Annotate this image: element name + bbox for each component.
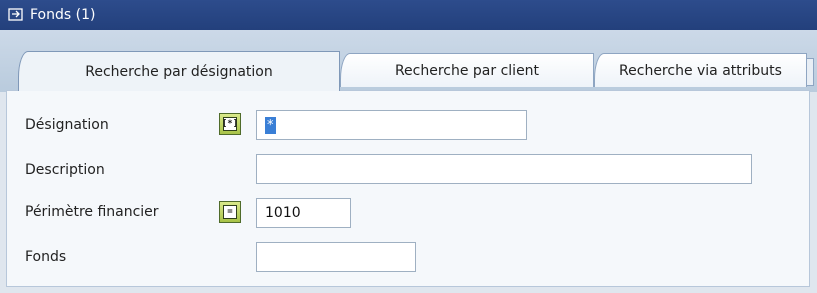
operator-symbol: = [227, 206, 233, 217]
tab-recherche-attributs[interactable]: Recherche via attributs [594, 53, 814, 87]
tab-recherche-designation[interactable]: Recherche par désignation [18, 51, 340, 91]
pattern-operator-icon[interactable]: [*] [219, 113, 241, 135]
perimetre-value: 1010 [265, 205, 301, 221]
designation-field[interactable]: * [256, 110, 527, 140]
designation-label: Désignation [25, 117, 109, 133]
title-bar: Fonds (1) [0, 0, 817, 30]
perimetre-label: Périmètre financier [25, 204, 159, 220]
fonds-label: Fonds [25, 249, 67, 265]
operator-symbol: [*] [221, 118, 239, 129]
dialog: Fonds (1) Recherche par désignation Rech… [0, 0, 817, 293]
collapse-window-icon[interactable] [8, 8, 24, 22]
search-panel: Désignation [*] * Description Périmètre … [6, 90, 810, 287]
description-field[interactable] [256, 154, 752, 184]
equals-operator-icon[interactable]: = [219, 201, 241, 223]
tab-label: Recherche par client [394, 62, 540, 79]
perimetre-field[interactable]: 1010 [256, 198, 351, 228]
designation-value: * [265, 116, 276, 134]
tab-label: Recherche par désignation [85, 63, 273, 80]
window-title: Fonds (1) [30, 7, 96, 23]
tab-label: Recherche via attributs [619, 62, 782, 79]
tab-recherche-client[interactable]: Recherche par client [340, 53, 594, 87]
description-label: Description [25, 162, 105, 178]
tab-strip: Recherche par désignation Recherche par … [0, 30, 817, 92]
fonds-field[interactable] [256, 242, 416, 272]
